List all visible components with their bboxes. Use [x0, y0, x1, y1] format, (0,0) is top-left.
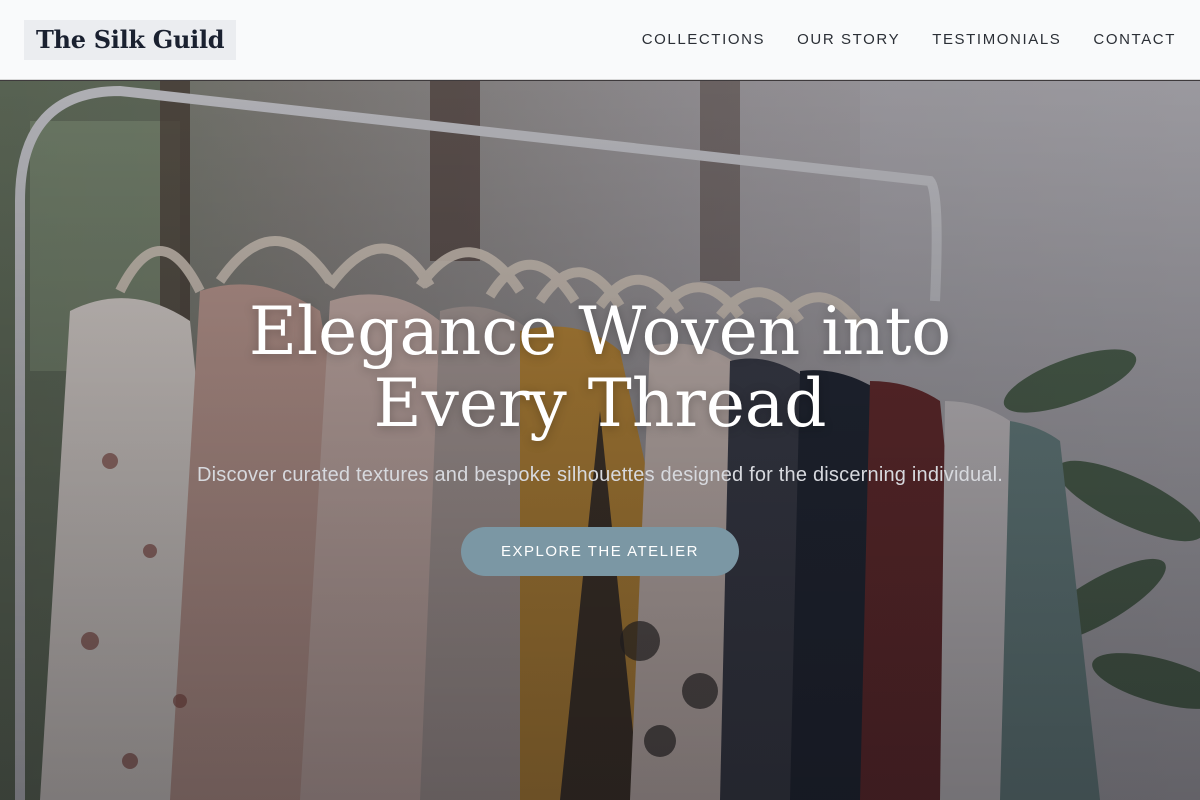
- main-nav: COLLECTIONS OUR STORY TESTIMONIALS CONTA…: [642, 31, 1176, 48]
- hero-subtitle: Discover curated textures and bespoke si…: [196, 464, 1004, 486]
- nav-link-testimonials[interactable]: TESTIMONIALS: [932, 31, 1061, 48]
- nav-link-contact[interactable]: CONTACT: [1093, 31, 1176, 48]
- site-header: The Silk Guild COLLECTIONS OUR STORY TES…: [0, 0, 1200, 80]
- nav-link-our-story[interactable]: OUR STORY: [797, 31, 900, 48]
- brand-logo[interactable]: The Silk Guild: [24, 19, 237, 60]
- explore-atelier-button[interactable]: EXPLORE THE ATELIER: [460, 527, 739, 576]
- hero-content: Elegance Woven into Every Thread Discove…: [0, 296, 1200, 576]
- hero-section: Elegance Woven into Every Thread Discove…: [0, 81, 1200, 800]
- nav-link-collections[interactable]: COLLECTIONS: [642, 31, 765, 48]
- hero-title: Elegance Woven into Every Thread: [248, 293, 952, 442]
